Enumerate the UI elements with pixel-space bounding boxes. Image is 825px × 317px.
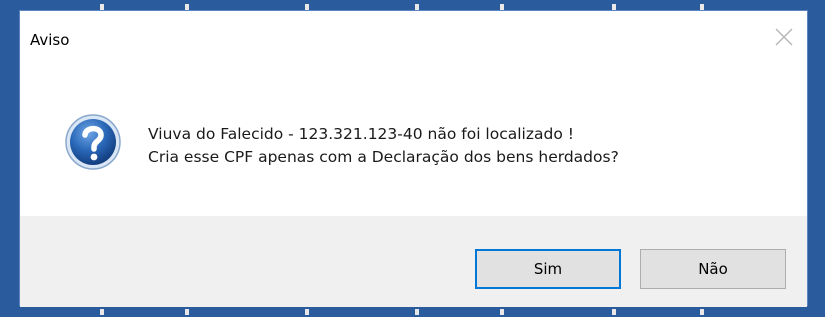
- question-icon: [63, 112, 123, 172]
- no-button[interactable]: Não: [640, 249, 786, 289]
- background-tick: [185, 309, 189, 315]
- background-tick: [305, 309, 309, 315]
- yes-button[interactable]: Sim: [475, 249, 621, 289]
- dialog-button-bar: Sim Não: [20, 216, 807, 307]
- close-icon[interactable]: [773, 26, 795, 48]
- dialog-content: Aviso Viuva do Falecido - 123.321.123-40…: [20, 11, 807, 216]
- message-dialog: Aviso Viuva do Falecido - 123.321.123-40…: [19, 10, 808, 307]
- background-tick: [500, 309, 504, 315]
- background-tick: [100, 309, 104, 315]
- dialog-message: Viuva do Falecido - 123.321.123-40 não f…: [148, 123, 619, 169]
- message-line-1: Viuva do Falecido - 123.321.123-40 não f…: [148, 125, 574, 143]
- background-tick: [700, 309, 704, 315]
- background-tick: [612, 309, 616, 315]
- message-line-2: Cria esse CPF apenas com a Declaração do…: [148, 148, 619, 166]
- background-tick: [415, 309, 419, 315]
- dialog-title: Aviso: [30, 31, 70, 49]
